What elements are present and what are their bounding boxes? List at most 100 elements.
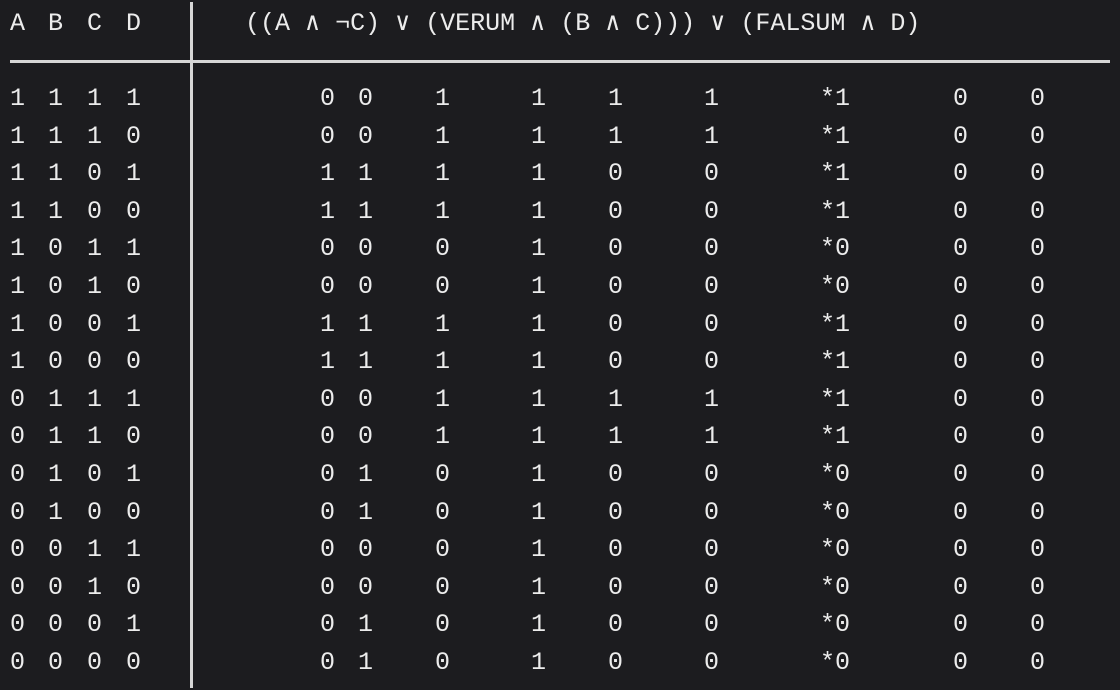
row-evaluation-values: 0 0 0 1 0 0 *0 0 0 (0, 533, 1120, 567)
evaluation-cell: 0 (608, 196, 624, 226)
evaluation-cell: 0 (953, 384, 969, 414)
evaluation-cell: 0 (358, 271, 374, 301)
table-row: 1 0 0 0 1 1 1 1 0 0 *1 0 0 (0, 345, 1120, 383)
evaluation-cell: 0 (608, 459, 624, 489)
evaluation-cell: 1 (435, 84, 451, 113)
evaluation-cell: 1 (531, 121, 547, 151)
evaluation-cell: 0 (704, 459, 720, 489)
evaluation-cell: 1 (435, 347, 451, 377)
evaluation-cell: 0 (704, 535, 720, 565)
evaluation-cell: 0 (320, 422, 336, 452)
main-connective-result-cell: *0 (820, 497, 851, 527)
main-connective-result-cell: *1 (820, 121, 851, 151)
evaluation-cell: 0 (704, 647, 720, 677)
table-row: 1 0 1 1 0 0 0 1 0 0 *0 0 0 (0, 232, 1120, 270)
evaluation-cell: 0 (1030, 610, 1046, 640)
table-row: 1 0 0 1 1 1 1 1 0 0 *1 0 0 (0, 308, 1120, 346)
evaluation-cell: 0 (953, 610, 969, 640)
evaluation-cell: 1 (435, 159, 451, 189)
row-evaluation-values: 0 0 0 1 0 0 *0 0 0 (0, 232, 1120, 266)
evaluation-cell: 0 (953, 572, 969, 602)
table-row: 1 1 0 1 1 1 1 1 0 0 *1 0 0 (0, 157, 1120, 195)
evaluation-cell: 1 (531, 84, 547, 113)
main-connective-result-cell: *0 (820, 271, 851, 301)
evaluation-cell: 0 (608, 234, 624, 264)
truth-table-rows: 1 1 1 1 0 0 1 1 1 1 *1 0 0 1 1 1 0 0 0 1 1 1 1 *1 0 0 1 1 0 1 1 1 1 1 0 0 *1… (0, 82, 1120, 684)
variables-header: A B C D (10, 7, 190, 41)
var-header-a: A (10, 9, 26, 38)
evaluation-cell: 0 (953, 84, 969, 113)
row-evaluation-values: 0 1 0 1 0 0 *0 0 0 (0, 608, 1120, 642)
table-row: 0 1 1 1 0 0 1 1 1 1 *1 0 0 (0, 383, 1120, 421)
evaluation-cell: 0 (1030, 121, 1046, 151)
evaluation-cell: 0 (1030, 647, 1046, 677)
evaluation-cell: 0 (435, 647, 451, 677)
evaluation-cell: 0 (953, 196, 969, 226)
main-connective-result-cell: *0 (820, 572, 851, 602)
evaluation-cell: 0 (704, 572, 720, 602)
evaluation-cell: 0 (320, 572, 336, 602)
evaluation-cell: 1 (358, 459, 374, 489)
evaluation-cell: 0 (358, 572, 374, 602)
evaluation-cell: 0 (953, 271, 969, 301)
main-connective-result-cell: *1 (820, 84, 851, 113)
evaluation-cell: 0 (320, 234, 336, 264)
evaluation-cell: 1 (358, 159, 374, 189)
main-connective-result-cell: *0 (820, 610, 851, 640)
table-row: 1 0 1 0 0 0 0 1 0 0 *0 0 0 (0, 270, 1120, 308)
main-connective-result-cell: *1 (820, 384, 851, 414)
table-row: 0 1 0 1 0 1 0 1 0 0 *0 0 0 (0, 458, 1120, 496)
evaluation-cell: 0 (1030, 234, 1046, 264)
row-evaluation-values: 0 1 0 1 0 0 *0 0 0 (0, 458, 1120, 492)
evaluation-cell: 0 (608, 347, 624, 377)
evaluation-cell: 1 (435, 121, 451, 151)
horizontal-divider (10, 60, 1110, 63)
row-evaluation-values: 1 1 1 1 0 0 *1 0 0 (0, 157, 1120, 191)
evaluation-cell: 0 (435, 610, 451, 640)
evaluation-cell: 1 (435, 196, 451, 226)
evaluation-cell: 0 (953, 497, 969, 527)
evaluation-cell: 1 (531, 196, 547, 226)
table-row: 0 1 1 0 0 0 1 1 1 1 *1 0 0 (0, 420, 1120, 458)
main-connective-result-cell: *1 (820, 159, 851, 189)
evaluation-cell: 0 (953, 121, 969, 151)
evaluation-cell: 0 (1030, 422, 1046, 452)
evaluation-cell: 0 (953, 535, 969, 565)
evaluation-cell: 0 (953, 647, 969, 677)
evaluation-cell: 0 (358, 384, 374, 414)
row-evaluation-values: 0 0 0 1 0 0 *0 0 0 (0, 270, 1120, 304)
row-evaluation-values: 0 0 1 1 1 1 *1 0 0 (0, 120, 1120, 154)
evaluation-cell: 1 (320, 347, 336, 377)
evaluation-cell: 0 (435, 271, 451, 301)
evaluation-cell: 0 (953, 347, 969, 377)
main-connective-result-cell: *0 (820, 647, 851, 677)
var-header-b: B (48, 9, 64, 38)
evaluation-cell: 0 (435, 535, 451, 565)
row-evaluation-values: 0 0 1 1 1 1 *1 0 0 (0, 82, 1120, 116)
evaluation-cell: 1 (531, 647, 547, 677)
evaluation-cell: 0 (1030, 271, 1046, 301)
evaluation-cell: 1 (531, 271, 547, 301)
evaluation-cell: 0 (320, 271, 336, 301)
evaluation-cell: 0 (358, 422, 374, 452)
evaluation-cell: 1 (531, 309, 547, 339)
evaluation-cell: 0 (435, 497, 451, 527)
main-connective-result-cell: *0 (820, 234, 851, 264)
main-connective-result-cell: *1 (820, 347, 851, 377)
evaluation-cell: 0 (704, 234, 720, 264)
evaluation-cell: 0 (608, 535, 624, 565)
table-row: 1 1 1 1 0 0 1 1 1 1 *1 0 0 (0, 82, 1120, 120)
evaluation-cell: 1 (704, 422, 720, 452)
evaluation-cell: 1 (358, 610, 374, 640)
evaluation-cell: 1 (704, 121, 720, 151)
evaluation-cell: 0 (953, 234, 969, 264)
evaluation-cell: 0 (608, 647, 624, 677)
evaluation-cell: 1 (435, 384, 451, 414)
evaluation-cell: 0 (358, 234, 374, 264)
evaluation-cell: 1 (531, 572, 547, 602)
var-header-c: C (87, 9, 103, 38)
main-connective-result-cell: *1 (820, 422, 851, 452)
evaluation-cell: 0 (953, 459, 969, 489)
evaluation-cell: 0 (953, 422, 969, 452)
evaluation-cell: 1 (608, 384, 624, 414)
